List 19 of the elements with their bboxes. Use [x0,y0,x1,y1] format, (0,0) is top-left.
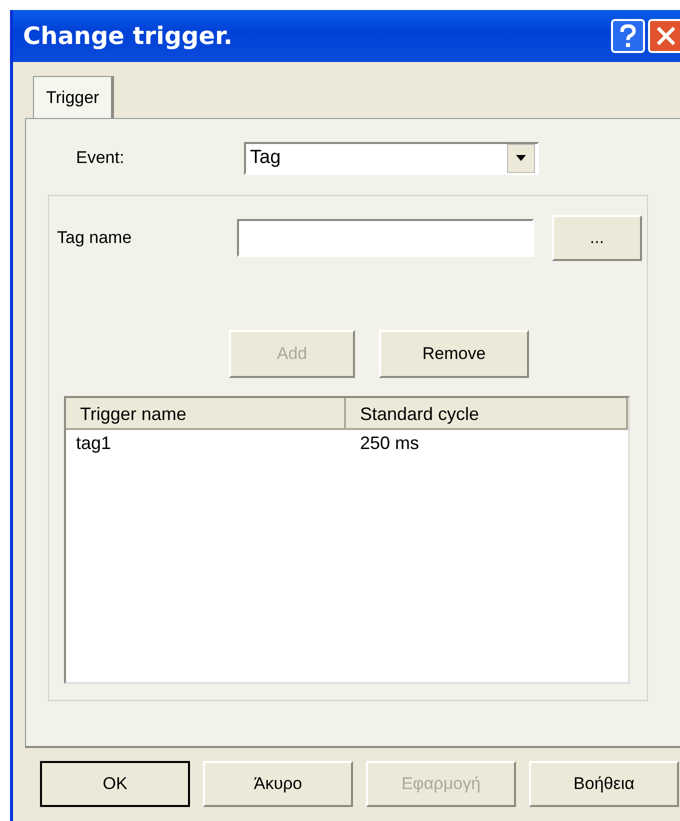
dialog-button[interactable]: Βοήθεια [529,761,679,807]
tag-name-field[interactable] [237,219,534,257]
window-title: Change trigger. [23,22,232,50]
help-button[interactable] [611,19,645,53]
column-header[interactable]: Trigger name [66,398,346,430]
dialog-button[interactable]: OK [40,761,190,807]
event-dropdown[interactable]: Tag [244,142,539,174]
column-header[interactable]: Standard cycle [346,398,628,430]
close-icon [655,25,677,47]
tab[interactable]: Trigger [33,76,114,118]
action-button[interactable]: Remove [379,330,529,378]
browse-button[interactable]: ... [552,215,642,261]
dialog-button[interactable]: Άκυρο [203,761,353,807]
list-cell-text: tag1 [75,432,112,454]
close-button[interactable] [648,19,680,53]
dropdown-arrow-icon [516,155,526,161]
event-label: Event: [75,148,126,168]
list-cell-text: 250 ms [359,432,420,454]
tag-name-label: Tag name [56,228,133,248]
